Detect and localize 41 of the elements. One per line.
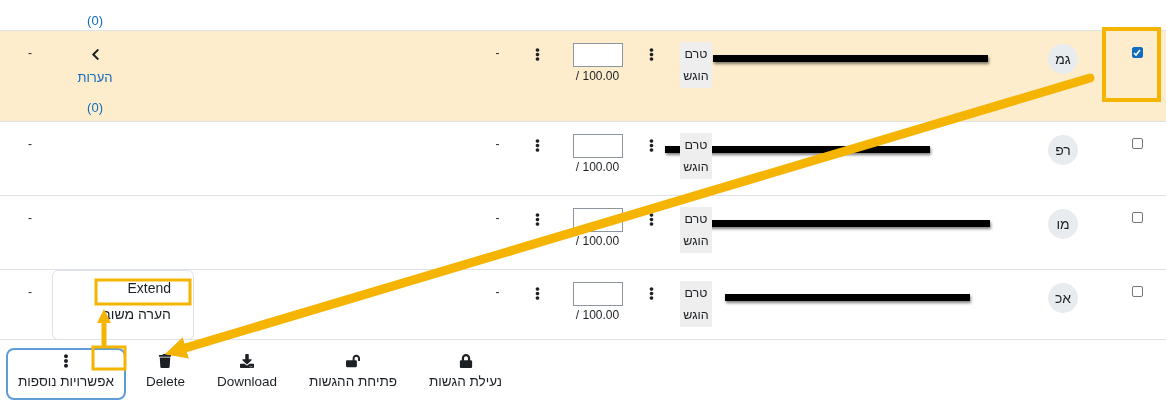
table-cell: - bbox=[28, 137, 32, 151]
unlock-icon bbox=[346, 354, 360, 368]
comments-count: (0) bbox=[87, 99, 103, 117]
grade-field[interactable] bbox=[572, 282, 623, 306]
status-badge: טרם הוגש bbox=[680, 42, 712, 88]
user-avatar: גמ bbox=[1048, 44, 1078, 74]
row-checkbox[interactable] bbox=[1131, 47, 1143, 58]
toolbar-button[interactable]: Download bbox=[204, 348, 289, 400]
grade-max: / 100.00 bbox=[575, 234, 620, 248]
highlight-frame bbox=[91, 345, 127, 371]
status-badge: טרם הוגש bbox=[680, 133, 712, 179]
toolbar-button[interactable]: נעילת הגשות bbox=[417, 348, 514, 400]
user-avatar: אכ bbox=[1048, 283, 1078, 313]
user-avatar: מו bbox=[1048, 209, 1078, 239]
grade-max: / 100.00 bbox=[575, 69, 620, 83]
row-checkbox[interactable] bbox=[1131, 286, 1143, 297]
toolbar-button[interactable]: Delete bbox=[133, 348, 197, 400]
table-cell: - bbox=[28, 285, 32, 299]
table-cell: - bbox=[495, 211, 500, 225]
toolbar-button[interactable]: אפשרויות נוספות bbox=[5, 348, 126, 400]
table-cell: - bbox=[495, 285, 500, 299]
status-badge: טרם הוגש bbox=[680, 281, 712, 327]
comments-count: (0) bbox=[87, 12, 103, 30]
row-checkbox[interactable] bbox=[1131, 138, 1143, 149]
menu-item[interactable]: Extend bbox=[53, 280, 171, 296]
grade-field[interactable] bbox=[572, 43, 623, 67]
toolbar-button[interactable]: פתיחת ההגשות bbox=[297, 348, 409, 400]
table-cell: - bbox=[28, 46, 32, 60]
comments-link[interactable]: הערות bbox=[77, 63, 113, 93]
trash-icon bbox=[158, 354, 173, 368]
status-badge: טרם הוגש bbox=[680, 207, 712, 253]
download-icon bbox=[239, 354, 254, 368]
grade-max: / 100.00 bbox=[575, 308, 620, 322]
grade-field[interactable] bbox=[572, 134, 623, 158]
row-checkbox[interactable] bbox=[1131, 212, 1143, 223]
user-avatar: רפ bbox=[1048, 135, 1078, 165]
lock-icon bbox=[458, 354, 473, 368]
table-cell: - bbox=[495, 46, 500, 60]
grade-max: / 100.00 bbox=[575, 160, 620, 174]
table-cell: - bbox=[28, 211, 32, 225]
table-cell: - bbox=[495, 137, 500, 151]
